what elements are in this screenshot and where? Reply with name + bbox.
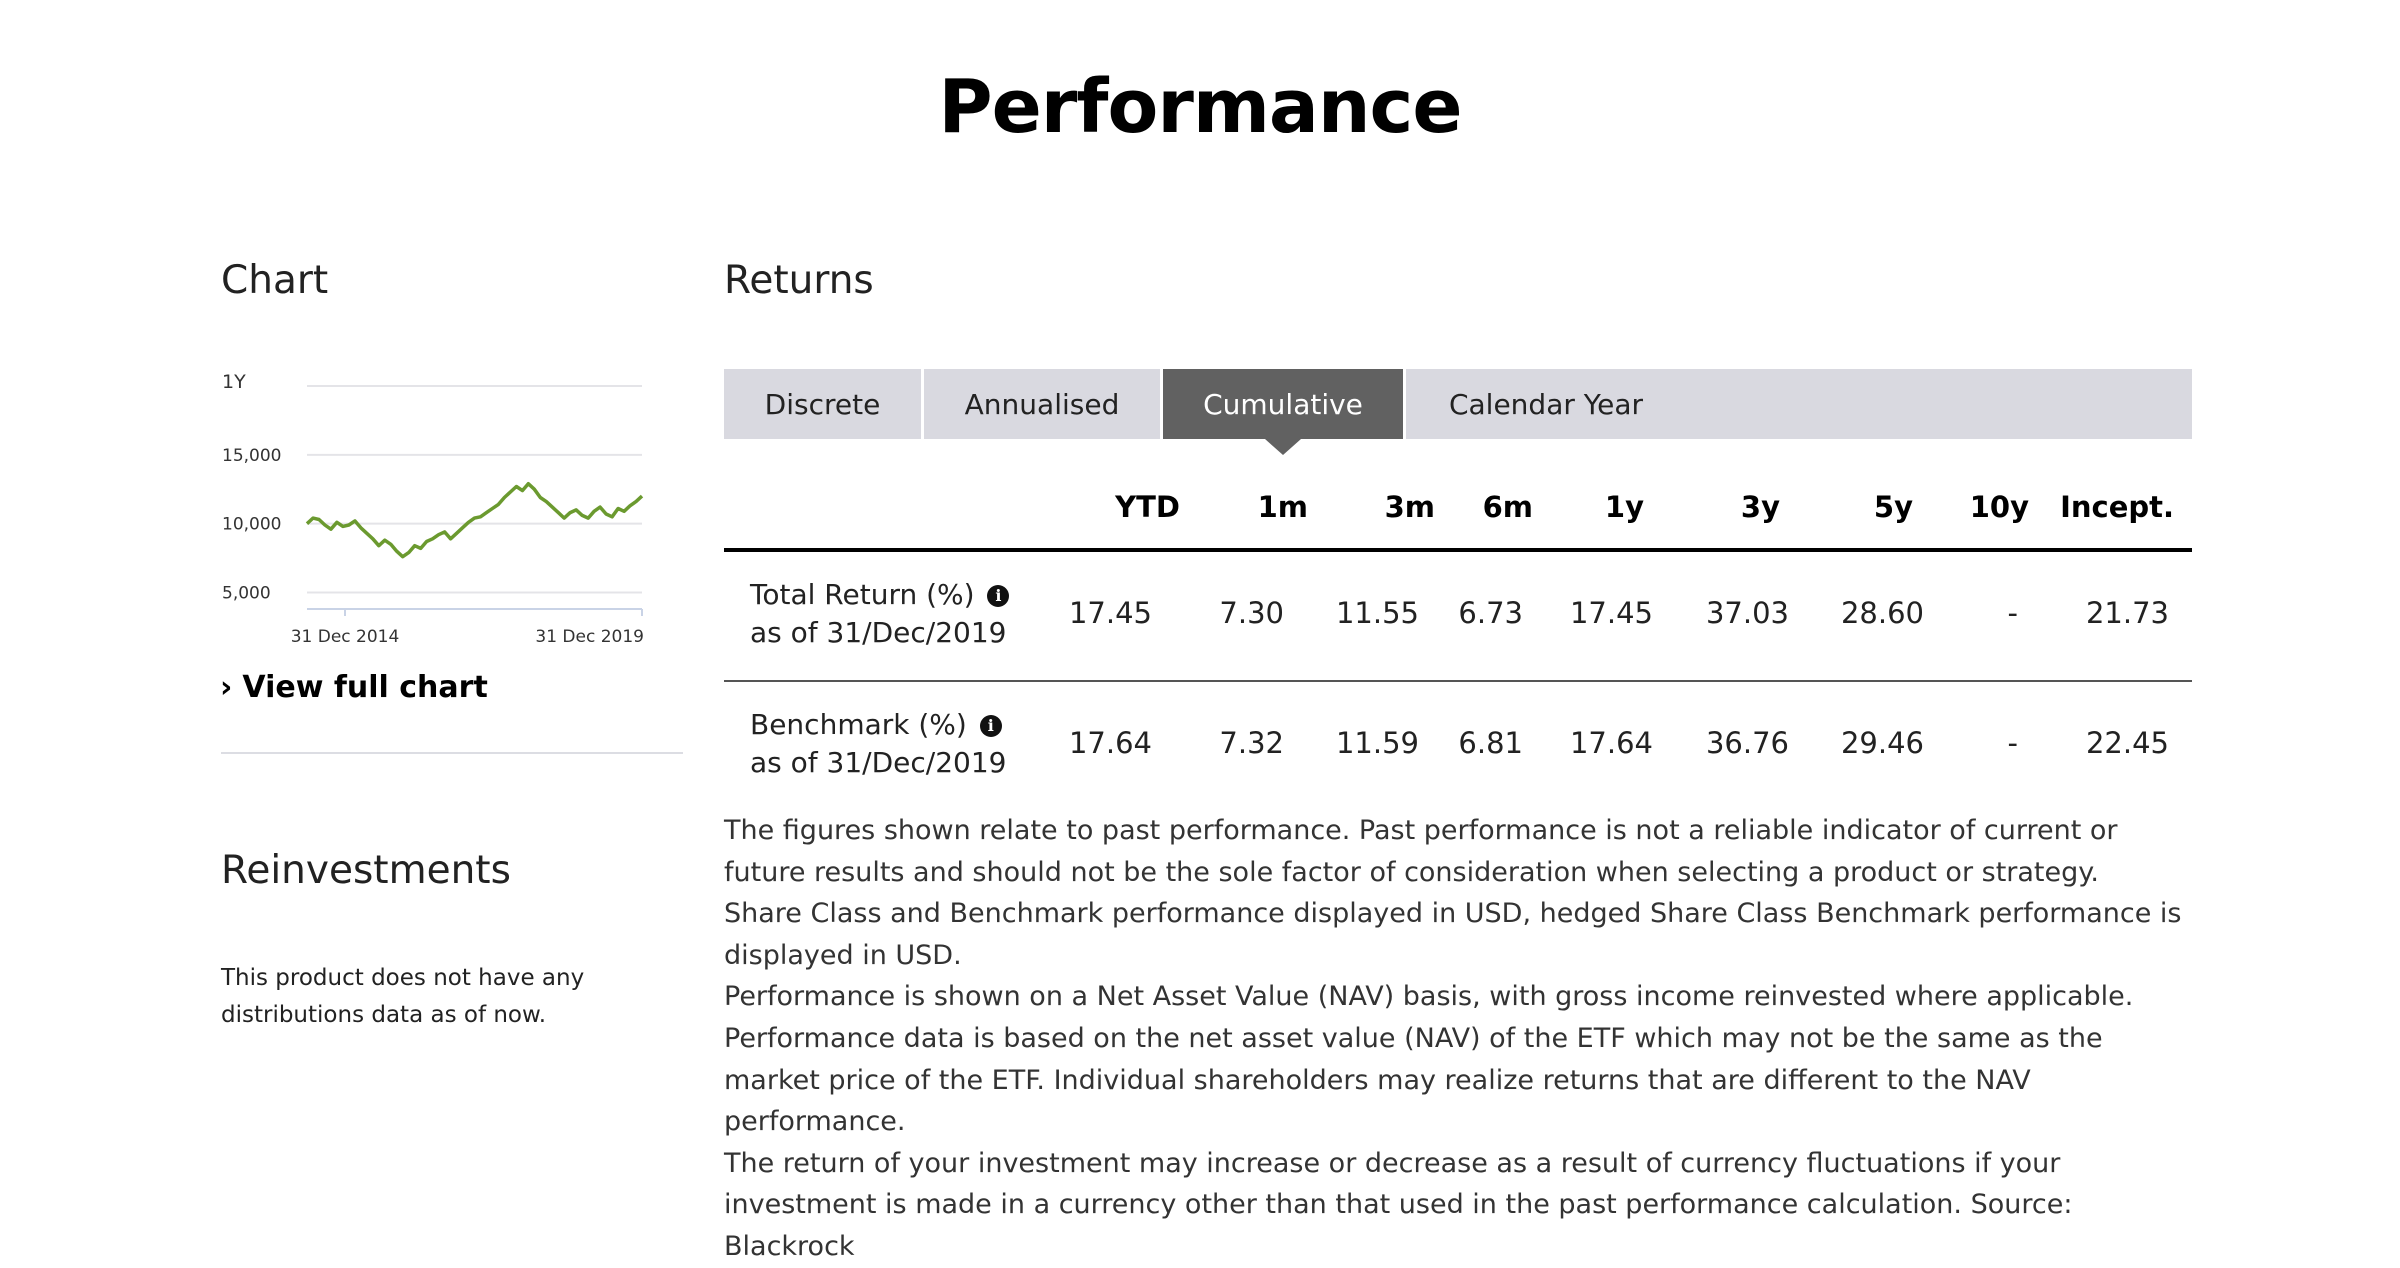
table-cell: 7.32: [1219, 726, 1284, 760]
mini-performance-chart[interactable]: 1Y 15,00010,0005,000 31 Dec 2014 31 Dec 2…: [215, 362, 655, 652]
table-cell: 11.59: [1335, 726, 1419, 760]
returns-table: YTD 1m 3m 6m 1y 3y 5y 10y Incept. Total …: [724, 470, 2192, 810]
row-label: Benchmark (%) i as of 31/Dec/2019: [750, 706, 1006, 782]
chevron-right-icon: ›: [220, 670, 233, 705]
chart-series-line: [305, 481, 644, 559]
reinvestments-title: Reinvestments: [221, 848, 511, 893]
column-header-3y: 3y: [1740, 490, 1780, 524]
tab-annualised[interactable]: Annualised: [924, 369, 1163, 439]
table-cell: 6.81: [1458, 726, 1523, 760]
chart-y-tick-label: 5,000: [222, 583, 271, 603]
disclaimer-paragraph: Share Class and Benchmark performance di…: [724, 898, 2182, 971]
table-cell: -: [2007, 726, 2018, 760]
info-icon[interactable]: i: [979, 715, 1002, 737]
table-cell: 36.76: [1705, 726, 1789, 760]
table-cell: 17.45: [1068, 596, 1152, 630]
row-label-name: Total Return (%): [750, 578, 975, 611]
table-cell: 17.45: [1569, 596, 1653, 630]
row-label: Total Return (%) i as of 31/Dec/2019: [750, 576, 1010, 652]
returns-tabs: Discrete Annualised Cumulative Calendar …: [724, 369, 2192, 455]
row-label-as-of: as of 31/Dec/2019: [750, 616, 1007, 649]
column-header-10y: 10y: [1969, 490, 2029, 524]
disclaimer-paragraph: The figures shown relate to past perform…: [724, 815, 2118, 888]
table-cell: 17.64: [1569, 726, 1653, 760]
disclaimer-paragraph: Performance data is based on the net ass…: [724, 1022, 2103, 1138]
table-row-benchmark: Benchmark (%) i as of 31/Dec/2019 17.64 …: [724, 682, 2192, 810]
table-header: YTD 1m 3m 6m 1y 3y 5y 10y Incept.: [724, 470, 2192, 552]
column-header-6m: 6m: [1482, 490, 1533, 524]
column-header-ytd: YTD: [1115, 490, 1180, 524]
returns-title: Returns: [724, 258, 874, 303]
table-cell: 21.73: [2085, 596, 2169, 630]
disclaimer-paragraph: The return of your investment may increa…: [724, 1147, 2073, 1262]
disclaimer-paragraph: Performance is shown on a Net Asset Valu…: [724, 981, 2134, 1013]
chart-series: [305, 481, 644, 559]
performance-disclaimer: The figures shown relate to past perform…: [724, 810, 2194, 1268]
reinvestments-text: This product does not have any distribut…: [221, 965, 585, 1028]
table-cell: 7.30: [1219, 596, 1284, 630]
table-cell: 37.03: [1705, 596, 1789, 630]
tab-cumulative[interactable]: Cumulative: [1163, 369, 1406, 455]
table-cell: 29.46: [1840, 726, 1924, 760]
column-header-5y: 5y: [1873, 490, 1913, 524]
chart-y-tick-label: 15,000: [222, 446, 281, 466]
table-cell: 11.55: [1335, 596, 1419, 630]
table-cell: 6.73: [1458, 596, 1523, 630]
info-icon[interactable]: i: [987, 585, 1010, 607]
row-label-as-of: as of 31/Dec/2019: [750, 746, 1007, 779]
tab-discrete[interactable]: Discrete: [724, 369, 924, 439]
column-header-inception: Incept.: [2060, 490, 2174, 524]
table-cell: 17.64: [1068, 726, 1152, 760]
column-header-1m: 1m: [1257, 490, 1308, 524]
chart-period-label: 1Y: [222, 371, 246, 393]
table-cell: 22.45: [2085, 726, 2169, 760]
table-cell: 28.60: [1840, 596, 1924, 630]
chart-section-title: Chart: [221, 258, 329, 303]
page-title: Performance: [938, 64, 1462, 150]
row-label-name: Benchmark (%): [750, 708, 967, 741]
view-full-chart-link[interactable]: › View full chart: [220, 670, 488, 705]
table-row-total-return: Total Return (%) i as of 31/Dec/2019 17.…: [724, 552, 2192, 682]
view-full-chart-label: View full chart: [242, 670, 488, 705]
chart-x-tick-label: 31 Dec 2019: [535, 627, 644, 647]
chart-y-tick-label: 10,000: [222, 515, 281, 535]
chart-x-tick-label: 31 Dec 2014: [291, 627, 400, 647]
tab-calendar-year[interactable]: Calendar Year: [1406, 369, 1686, 439]
table-cell: -: [2007, 596, 2018, 630]
chart-x-ticks: 31 Dec 2014 31 Dec 2019: [291, 609, 644, 647]
chart-y-ticks: 15,000 10,000 5,000: [222, 446, 281, 604]
chart-divider: [221, 752, 683, 754]
column-header-3m: 3m: [1384, 490, 1435, 524]
column-header-1y: 1y: [1604, 490, 1644, 524]
